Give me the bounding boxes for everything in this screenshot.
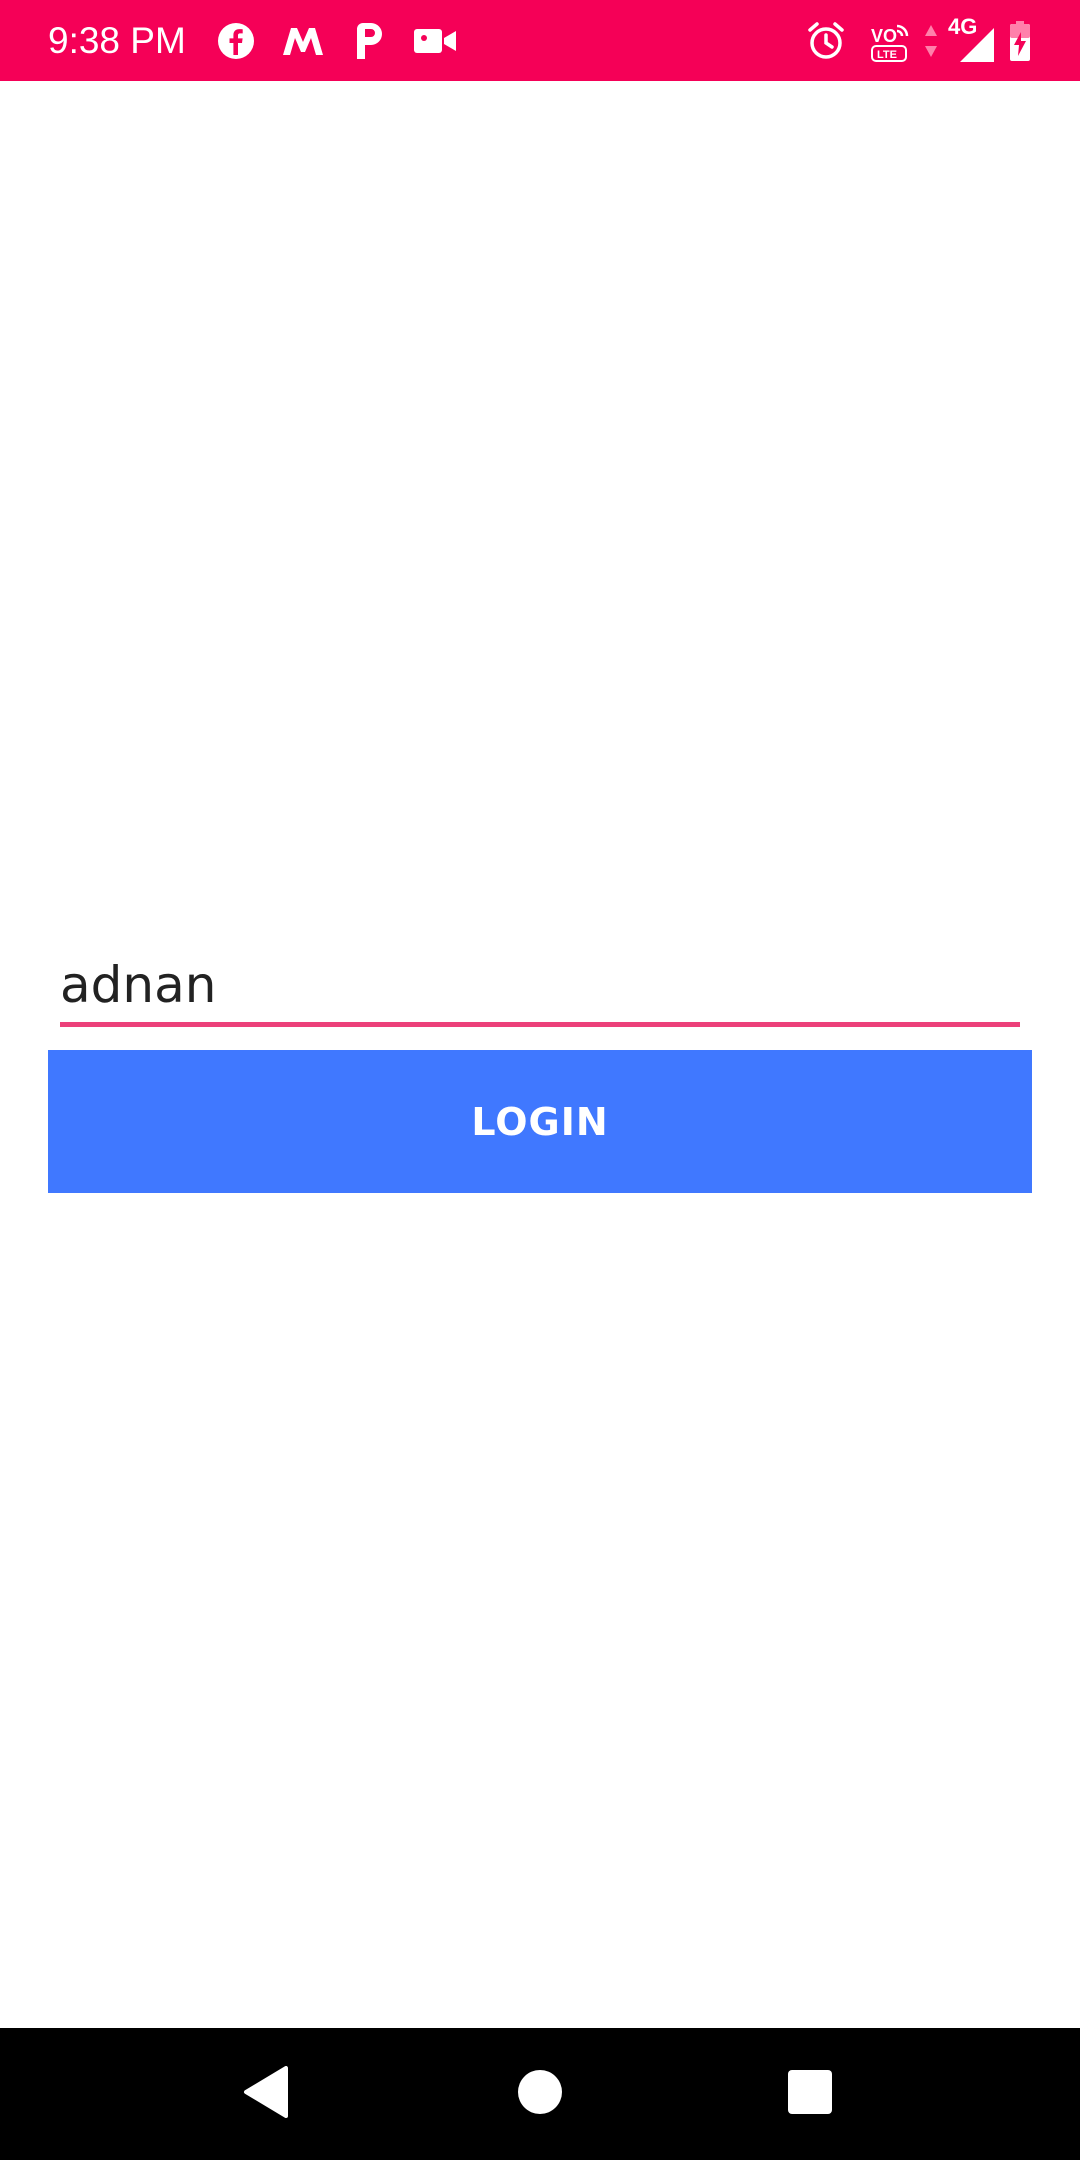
navigation-bar (0, 2028, 1080, 2160)
video-camera-icon (412, 18, 458, 64)
username-input-underline (60, 1022, 1020, 1027)
home-button[interactable] (470, 2028, 610, 2160)
svg-text:VO: VO (871, 26, 897, 46)
alarm-icon (804, 18, 848, 64)
status-bar: 9:38 PM VO LTE 4G (0, 0, 1080, 81)
home-icon (517, 2069, 563, 2120)
back-icon (242, 2065, 290, 2123)
data-activity-icon (922, 18, 940, 64)
back-button[interactable] (196, 2028, 336, 2160)
volte-icon: VO LTE (868, 18, 912, 64)
svg-text:LTE: LTE (877, 49, 897, 61)
paytm-icon (348, 18, 388, 64)
battery-charging-icon (1006, 18, 1034, 64)
myntra-icon (280, 18, 326, 64)
username-input[interactable] (60, 945, 1020, 1025)
recents-button[interactable] (740, 2028, 880, 2160)
status-time: 9:38 PM (48, 20, 186, 61)
login-screen: 9:38 PM VO LTE 4G adnan LOGIN (0, 0, 1080, 2160)
facebook-icon (214, 18, 258, 64)
login-button[interactable]: LOGIN (48, 1050, 1032, 1193)
signal-icon (956, 22, 998, 68)
recents-icon (787, 2069, 833, 2120)
